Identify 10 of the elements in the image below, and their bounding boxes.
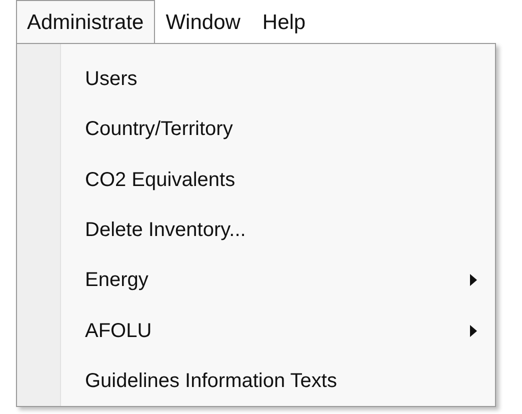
menu-item[interactable]: Users [61,54,495,104]
menu-bar-item[interactable]: Window [154,0,252,44]
menu-bar-item[interactable]: Help [251,0,317,44]
menu-item[interactable]: Country/Territory [61,104,495,155]
menu-item[interactable]: Guidelines Information Texts [61,356,495,406]
menu-item[interactable]: Delete Inventory... [61,204,495,256]
menu-item[interactable]: AFOLU [61,305,495,356]
menu-bar-item[interactable]: Administrate [16,0,155,44]
menu-item[interactable]: Energy [61,255,495,306]
menu-item[interactable]: CO2 Equivalents [61,154,495,205]
